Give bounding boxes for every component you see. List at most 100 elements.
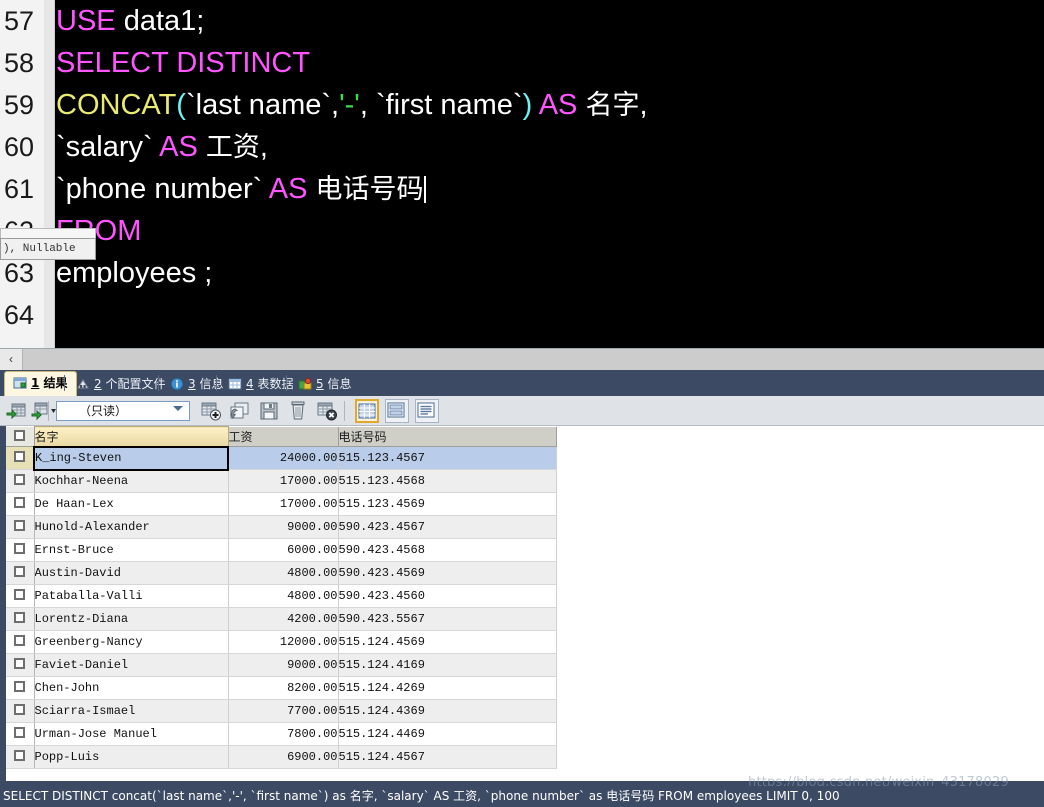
checkbox-icon[interactable]: [14, 727, 26, 738]
cell-sal[interactable]: 4800.00: [228, 561, 339, 585]
form-view-icon[interactable]: [385, 399, 409, 423]
row-checkbox[interactable]: [6, 584, 35, 608]
cell-phone[interactable]: 515.124.4569: [338, 630, 557, 654]
result-grid[interactable]: 名字 工资 电话号码 K_ing-Steven 24000.00 515.123.456…: [0, 426, 1044, 781]
row-checkbox[interactable]: [6, 745, 35, 769]
code-line[interactable]: 64: [0, 294, 1044, 336]
code-line[interactable]: 61 `phone number` AS 电话号码: [0, 168, 1044, 210]
cell-phone[interactable]: 515.124.4469: [338, 722, 557, 746]
checkbox-icon[interactable]: [14, 612, 26, 623]
row-checkbox[interactable]: [6, 630, 35, 654]
column-header-sal[interactable]: 工资: [228, 426, 339, 447]
cell-sal[interactable]: 4800.00: [228, 584, 339, 608]
code-line[interactable]: 63 employees ;: [0, 252, 1044, 294]
cell-name[interactable]: Sciarra-Ismael: [34, 699, 229, 723]
cell-phone[interactable]: 515.124.4269: [338, 676, 557, 700]
text-view-icon[interactable]: [415, 399, 439, 423]
readonly-select[interactable]: （只读）: [56, 401, 190, 421]
table-row[interactable]: K_ing-Steven 24000.00 515.123.4567: [6, 445, 557, 471]
row-checkbox[interactable]: [6, 515, 35, 539]
row-checkbox[interactable]: [6, 538, 35, 562]
table-body[interactable]: K_ing-Steven 24000.00 515.123.4567 Kochhar-…: [6, 445, 557, 769]
cell-name[interactable]: K_ing-Steven: [33, 445, 229, 471]
checkbox-icon[interactable]: [14, 566, 26, 577]
cell-sal[interactable]: 9000.00: [228, 653, 339, 677]
row-checkbox[interactable]: [6, 722, 35, 746]
table-row[interactable]: Kochhar-Neena 17000.00 515.123.4568: [6, 469, 557, 493]
result-toolbar[interactable]: （只读）: [0, 396, 1044, 426]
cell-sal[interactable]: 24000.00: [228, 446, 339, 470]
cell-sal[interactable]: 4200.00: [228, 607, 339, 631]
cell-phone[interactable]: 590.423.4568: [338, 538, 557, 562]
cell-name[interactable]: Hunold-Alexander: [34, 515, 229, 539]
checkbox-icon[interactable]: [14, 451, 25, 462]
table-row[interactable]: Lorentz-Diana 4200.00 590.423.5567: [6, 607, 557, 631]
cell-sal[interactable]: 9000.00: [228, 515, 339, 539]
cell-sal[interactable]: 7800.00: [228, 722, 339, 746]
cell-phone[interactable]: 590.423.4567: [338, 515, 557, 539]
checkbox-icon[interactable]: [14, 589, 26, 600]
table-row[interactable]: Urman-Jose Manuel 7800.00 515.124.4469: [6, 722, 557, 746]
cell-phone[interactable]: 515.123.4568: [338, 469, 557, 493]
code-line[interactable]: 57 USE data1;: [0, 0, 1044, 42]
sql-editor[interactable]: 57 USE data1; 58 SELECT DISTINCT 59 CONCAT(`…: [0, 0, 1044, 348]
code-line[interactable]: 59 CONCAT(`last name`,'-', `first name`)…: [0, 84, 1044, 126]
table-row[interactable]: Faviet-Daniel 9000.00 515.124.4169: [6, 653, 557, 677]
checkbox-icon[interactable]: [14, 430, 26, 442]
table-row[interactable]: De Haan-Lex 17000.00 515.123.4569: [6, 492, 557, 516]
select-all-checkbox[interactable]: [6, 426, 35, 447]
row-checkbox[interactable]: [6, 653, 35, 677]
checkbox-icon[interactable]: [14, 704, 26, 715]
scrollbar-track[interactable]: [23, 349, 1044, 370]
checkbox-icon[interactable]: [14, 681, 26, 692]
cell-name[interactable]: Austin-David: [34, 561, 229, 585]
table-row[interactable]: Pataballa-Valli 4800.00 590.423.4560: [6, 584, 557, 608]
add-record-icon[interactable]: [200, 400, 222, 422]
cell-sal[interactable]: 6900.00: [228, 745, 339, 769]
checkbox-icon[interactable]: [14, 474, 26, 485]
cell-name[interactable]: Greenberg-Nancy: [34, 630, 229, 654]
cell-name[interactable]: Faviet-Daniel: [34, 653, 229, 677]
cell-phone[interactable]: 590.423.4569: [338, 561, 557, 585]
cell-name[interactable]: Urman-Jose Manuel: [34, 722, 229, 746]
table-row[interactable]: Popp-Luis 6900.00 515.124.4567: [6, 745, 557, 769]
editor-horizontal-scrollbar[interactable]: ‹: [0, 348, 1044, 370]
table-row[interactable]: Ernst-Bruce 6000.00 590.423.4568: [6, 538, 557, 562]
cell-name[interactable]: De Haan-Lex: [34, 492, 229, 516]
row-checkbox[interactable]: [6, 492, 35, 516]
row-checkbox[interactable]: [6, 676, 35, 700]
checkbox-icon[interactable]: [14, 520, 26, 531]
row-checkbox[interactable]: [6, 607, 35, 631]
checkbox-icon[interactable]: [14, 543, 26, 554]
cell-sal[interactable]: 7700.00: [228, 699, 339, 723]
apply-changes-icon[interactable]: [6, 400, 28, 422]
tab-5[interactable]: 5 信息: [290, 372, 359, 396]
save-record-icon[interactable]: [258, 400, 280, 422]
column-header-phone[interactable]: 电话号码: [338, 426, 557, 447]
import-record-icon[interactable]: [229, 400, 251, 422]
code-line[interactable]: 60 `salary` AS 工资,: [0, 126, 1044, 168]
cell-phone[interactable]: 515.123.4567: [338, 446, 557, 470]
grid-view-icon[interactable]: [355, 399, 379, 423]
cell-phone[interactable]: 515.124.4169: [338, 653, 557, 677]
cell-phone[interactable]: 515.123.4569: [338, 492, 557, 516]
table-row[interactable]: Hunold-Alexander 9000.00 590.423.4567: [6, 515, 557, 539]
result-table[interactable]: 名字 工资 电话号码 K_ing-Steven 24000.00 515.123.456…: [6, 426, 557, 769]
cell-phone[interactable]: 590.423.5567: [338, 607, 557, 631]
checkbox-icon[interactable]: [14, 750, 26, 761]
table-row[interactable]: Greenberg-Nancy 12000.00 515.124.4569: [6, 630, 557, 654]
cell-sal[interactable]: 17000.00: [228, 492, 339, 516]
cell-name[interactable]: Ernst-Bruce: [34, 538, 229, 562]
column-header-name[interactable]: 名字: [33, 426, 229, 447]
code-line[interactable]: 58 SELECT DISTINCT: [0, 42, 1044, 84]
cell-name[interactable]: Chen-John: [34, 676, 229, 700]
tab-1[interactable]: 1 结果: [4, 371, 77, 396]
delete-record-icon[interactable]: [287, 400, 309, 422]
sql-code-area[interactable]: 57 USE data1; 58 SELECT DISTINCT 59 CONCAT(`…: [0, 0, 1044, 348]
checkbox-icon[interactable]: [14, 658, 26, 669]
table-row[interactable]: Austin-David 4800.00 590.423.4569: [6, 561, 557, 585]
cell-sal[interactable]: 12000.00: [228, 630, 339, 654]
table-header-row[interactable]: 名字 工资 电话号码: [6, 426, 557, 447]
cell-sal[interactable]: 8200.00: [228, 676, 339, 700]
result-tabbar[interactable]: 1 结果 2 个配置文件 3 信息 4 表数据 5 信息: [0, 370, 1044, 396]
